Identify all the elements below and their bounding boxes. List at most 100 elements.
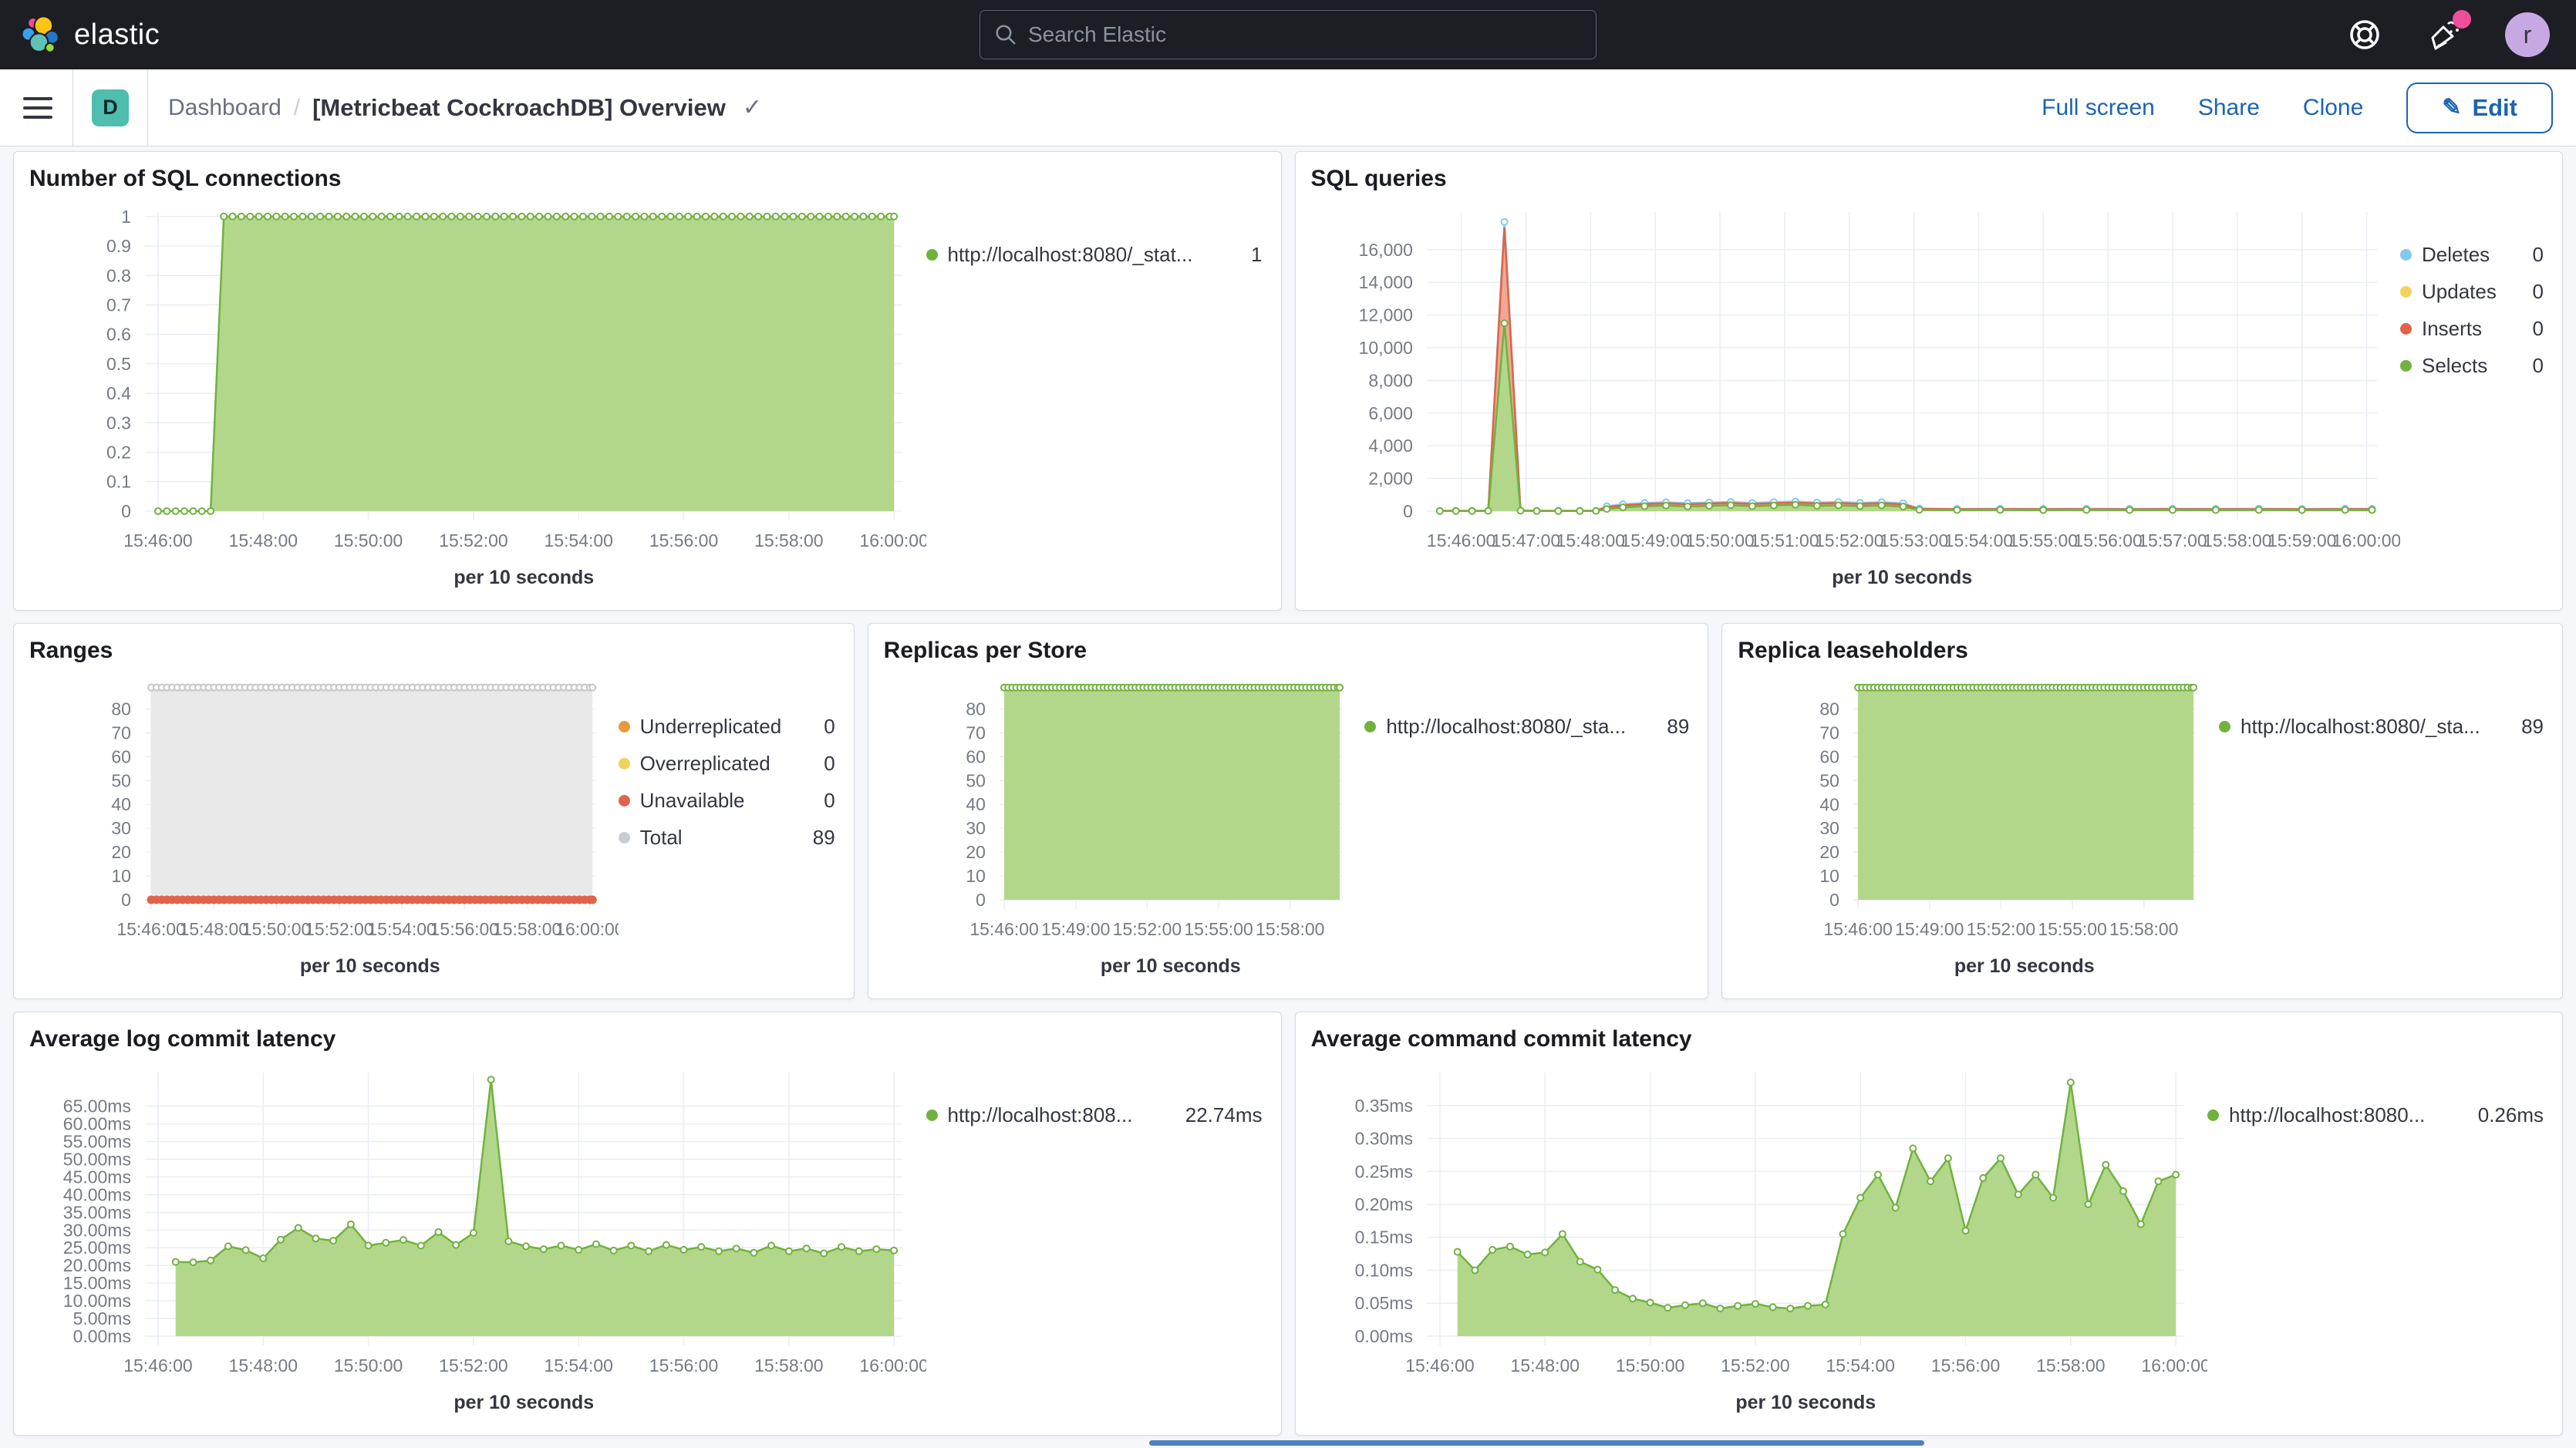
- legend-series-dot: [926, 1110, 938, 1121]
- edit-button[interactable]: ✎ Edit: [2406, 83, 2553, 133]
- checkmark-icon[interactable]: ✓: [743, 94, 762, 121]
- svg-text:per 10 seconds: per 10 seconds: [1832, 567, 1972, 588]
- svg-text:15:46:00: 15:46:00: [1824, 919, 1893, 939]
- svg-text:10.00ms: 10.00ms: [63, 1291, 131, 1311]
- legend-series-dot: [2400, 286, 2412, 298]
- chart-legend: http://localhost:8080/_sta...89: [1364, 670, 1692, 989]
- svg-text:0: 0: [121, 890, 131, 910]
- svg-text:20: 20: [111, 842, 131, 862]
- svg-text:30: 30: [966, 818, 986, 838]
- svg-text:5.00ms: 5.00ms: [73, 1308, 131, 1328]
- svg-text:15:54:00: 15:54:00: [544, 530, 612, 551]
- svg-text:15:54:00: 15:54:00: [367, 919, 436, 939]
- space-badge[interactable]: D: [92, 89, 129, 126]
- svg-text:15:48:00: 15:48:00: [180, 919, 248, 939]
- legend-label: Unavailable: [640, 789, 814, 813]
- sql-queries-chart[interactable]: 02,0004,0006,0008,00010,00012,00014,0001…: [1311, 198, 2401, 601]
- legend-series-dot: [2400, 360, 2412, 372]
- legend-item[interactable]: Inserts0: [2400, 317, 2544, 341]
- svg-text:15:49:00: 15:49:00: [1620, 530, 1689, 551]
- svg-text:20: 20: [966, 842, 986, 862]
- log-commit-latency-chart[interactable]: 0.00ms5.00ms10.00ms15.00ms20.00ms25.00ms…: [29, 1059, 926, 1426]
- replicas-per-store-chart[interactable]: 0102030405060708015:46:0015:49:0015:52:0…: [884, 670, 1365, 989]
- legend-item[interactable]: Total89: [619, 826, 835, 850]
- svg-text:0.05ms: 0.05ms: [1354, 1293, 1412, 1313]
- divider: [72, 69, 73, 146]
- svg-text:15:56:00: 15:56:00: [430, 919, 499, 939]
- svg-text:per 10 seconds: per 10 seconds: [453, 567, 594, 588]
- svg-text:15:46:00: 15:46:00: [1426, 530, 1495, 551]
- legend-value: 0: [2533, 317, 2544, 341]
- svg-text:per 10 seconds: per 10 seconds: [1735, 1392, 1876, 1413]
- legend-series-dot: [2400, 323, 2412, 335]
- svg-text:0: 0: [121, 501, 131, 521]
- newsfeed-button[interactable]: [2425, 15, 2465, 55]
- legend-value: 0: [2533, 243, 2544, 267]
- brand-name: elastic: [74, 19, 160, 52]
- svg-text:15:57:00: 15:57:00: [2138, 530, 2207, 551]
- legend-item[interactable]: http://localhost:808...22.74ms: [926, 1103, 1263, 1127]
- legend-item[interactable]: Underreplicated0: [619, 715, 835, 739]
- legend-item[interactable]: Unavailable0: [619, 789, 835, 813]
- legend-item[interactable]: Selects0: [2400, 354, 2544, 378]
- legend-label: Total: [640, 826, 803, 850]
- horizontal-scrollbar[interactable]: [1149, 1440, 1924, 1446]
- svg-text:15:58:00: 15:58:00: [1256, 919, 1324, 939]
- svg-text:15:56:00: 15:56:00: [649, 530, 718, 551]
- menu-button[interactable]: [23, 69, 72, 146]
- legend-item[interactable]: http://localhost:8080/_sta...89: [1364, 715, 1689, 739]
- svg-text:0.15ms: 0.15ms: [1354, 1227, 1412, 1248]
- svg-text:15:58:00: 15:58:00: [2036, 1355, 2105, 1376]
- replica-leaseholders-chart[interactable]: 0102030405060708015:46:0015:49:0015:52:0…: [1738, 670, 2219, 989]
- svg-text:35.00ms: 35.00ms: [63, 1202, 131, 1222]
- sql-connections-chart[interactable]: 00.10.20.30.40.50.60.70.80.9115:46:0015:…: [29, 198, 926, 601]
- chart-legend: http://localhost:8080/_stat...1: [926, 198, 1266, 601]
- svg-text:15:54:00: 15:54:00: [544, 1355, 612, 1376]
- search-input[interactable]: [1028, 22, 1582, 47]
- command-commit-latency-chart[interactable]: 0.00ms0.05ms0.10ms0.15ms0.20ms0.25ms0.30…: [1311, 1059, 2208, 1426]
- svg-text:16:00:00: 16:00:00: [2141, 1355, 2207, 1376]
- svg-text:per 10 seconds: per 10 seconds: [1101, 955, 1241, 977]
- svg-text:15:58:00: 15:58:00: [2109, 919, 2178, 939]
- full-screen-button[interactable]: Full screen: [2042, 95, 2155, 121]
- svg-text:50: 50: [966, 770, 986, 790]
- svg-text:15:50:00: 15:50:00: [334, 1355, 403, 1376]
- svg-text:65.00ms: 65.00ms: [63, 1096, 131, 1116]
- legend-item[interactable]: http://localhost:8080/_sta...89: [2219, 715, 2544, 739]
- legend-item[interactable]: http://localhost:8080...0.26ms: [2207, 1103, 2544, 1127]
- panel-title: Replicas per Store: [884, 638, 1693, 664]
- svg-text:20.00ms: 20.00ms: [63, 1255, 131, 1275]
- legend-label: Underreplicated: [640, 715, 814, 739]
- svg-text:0.9: 0.9: [106, 236, 131, 256]
- breadcrumb-dashboard[interactable]: Dashboard: [168, 95, 282, 121]
- dashboard-grid: Number of SQL connections 00.10.20.30.40…: [0, 146, 2576, 1448]
- clone-button[interactable]: Clone: [2303, 95, 2363, 121]
- svg-text:0.7: 0.7: [106, 295, 131, 315]
- share-button[interactable]: Share: [2198, 95, 2260, 121]
- ranges-chart[interactable]: 0102030405060708015:46:0015:48:0015:50:0…: [29, 670, 619, 989]
- user-avatar[interactable]: r: [2505, 12, 2550, 57]
- brand[interactable]: elastic: [0, 14, 332, 56]
- svg-text:60: 60: [966, 746, 986, 766]
- svg-text:45.00ms: 45.00ms: [63, 1167, 131, 1187]
- svg-text:16:00:00: 16:00:00: [859, 1355, 926, 1376]
- legend-item[interactable]: Overreplicated0: [619, 752, 835, 776]
- help-icon: [2346, 16, 2383, 53]
- svg-text:15:51:00: 15:51:00: [1750, 530, 1819, 551]
- legend-item[interactable]: Deletes0: [2400, 243, 2544, 267]
- legend-label: http://localhost:8080/_sta...: [2241, 715, 2511, 739]
- svg-text:4,000: 4,000: [1368, 436, 1413, 456]
- svg-text:16,000: 16,000: [1358, 240, 1412, 260]
- svg-text:0.2: 0.2: [106, 443, 131, 463]
- legend-item[interactable]: http://localhost:8080/_stat...1: [926, 243, 1263, 267]
- help-button[interactable]: [2345, 15, 2385, 55]
- legend-item[interactable]: Updates0: [2400, 280, 2544, 304]
- global-search[interactable]: [979, 10, 1597, 59]
- svg-text:per 10 seconds: per 10 seconds: [300, 955, 440, 977]
- legend-label: Updates: [2422, 280, 2523, 304]
- svg-text:15:46:00: 15:46:00: [123, 1355, 192, 1376]
- svg-text:2,000: 2,000: [1368, 469, 1413, 489]
- svg-text:15:50:00: 15:50:00: [242, 919, 311, 939]
- svg-text:0.3: 0.3: [106, 413, 131, 433]
- svg-text:0.8: 0.8: [106, 265, 131, 285]
